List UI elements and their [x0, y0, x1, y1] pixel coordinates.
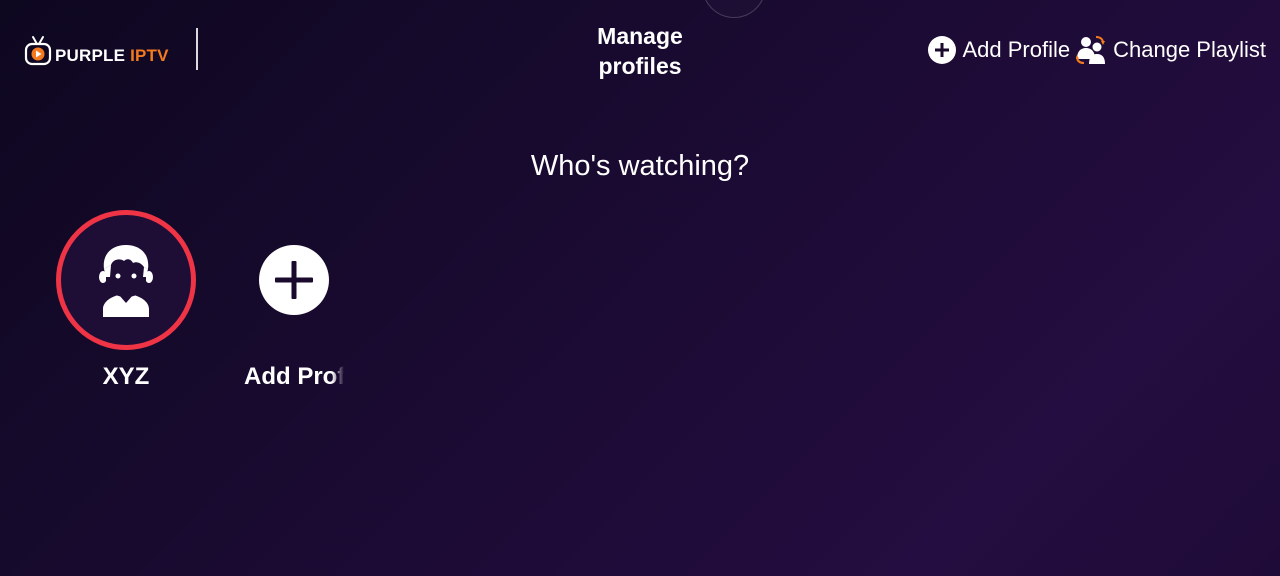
profile-name: XYZ — [102, 363, 150, 390]
switch-users-icon — [1076, 36, 1106, 64]
header-actions: Add Profile Change Playlist — [927, 33, 1266, 67]
top-edge-circle-button[interactable] — [702, 0, 766, 18]
change-playlist-button[interactable]: Change Playlist — [1076, 35, 1266, 65]
add-profile-name-clip: Add Profile — [244, 363, 344, 393]
change-playlist-label: Change Playlist — [1113, 37, 1266, 62]
add-circle-icon — [927, 36, 956, 64]
profile-list: XYZ Add Profile — [0, 210, 1280, 410]
profile-card-xyz[interactable]: XYZ — [56, 210, 196, 391]
add-profile-button[interactable]: Add Profile — [927, 36, 1071, 64]
whos-watching-heading: Who's watching? — [530, 150, 750, 182]
user-avatar-icon — [99, 245, 153, 317]
header-divider — [196, 28, 198, 70]
avatar[interactable] — [56, 210, 196, 350]
profile-name: Add Profile — [244, 363, 344, 390]
add-circle-icon — [259, 245, 329, 315]
add-profile-circle[interactable] — [224, 210, 364, 350]
add-profile-card[interactable]: Add Profile — [224, 210, 364, 390]
tv-icon — [24, 36, 52, 66]
page-title: Manage profiles — [597, 23, 683, 79]
brand-logo: PURPLE IPTV — [24, 32, 169, 72]
brand-name: PURPLE IPTV — [55, 45, 169, 65]
add-profile-label: Add Profile — [962, 37, 1071, 62]
